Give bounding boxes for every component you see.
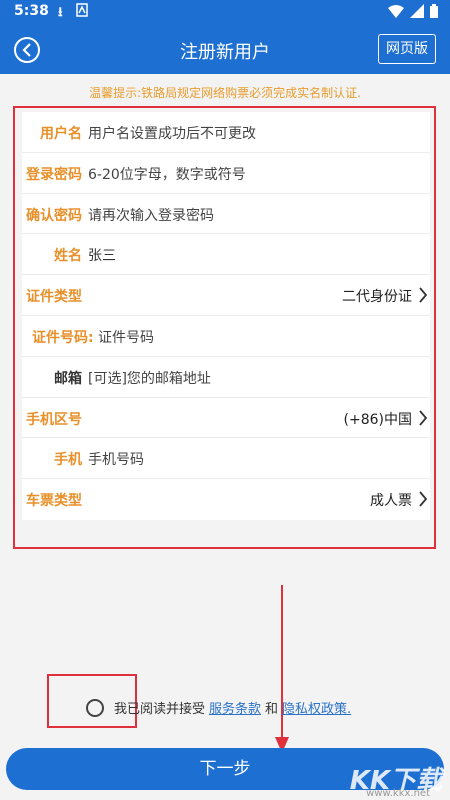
status-bar: 5:38 ⭳ — [0, 0, 450, 24]
annotation-arrow — [275, 585, 289, 753]
agreement-prefix: 我已阅读并接受 — [114, 702, 206, 717]
real-name-tip: 温馨提示:铁路局规定网络购票必须完成实名制认证. — [89, 86, 361, 100]
web-version-button[interactable]: 网页版 — [378, 34, 436, 64]
agreement-row: 我已阅读并接受 服务条款 和 隐私权政策. — [86, 698, 351, 717]
wifi-icon — [388, 4, 404, 22]
form-highlight-frame — [13, 106, 436, 549]
notification-app-icon — [76, 3, 88, 21]
privacy-link[interactable]: 隐私权政策. — [282, 698, 351, 717]
status-time: 5:38 — [14, 3, 49, 19]
agree-radio[interactable] — [86, 698, 104, 717]
watermark-url: www.kkx.net — [366, 788, 430, 799]
status-icons — [388, 4, 438, 22]
battery-icon — [430, 4, 438, 22]
download-icon: ⭳ — [58, 5, 63, 20]
signal-icon — [410, 4, 424, 22]
agreement-and: 和 — [265, 702, 279, 717]
app-bar: 注册新用户 网页版 — [0, 24, 450, 74]
terms-link[interactable]: 服务条款 — [209, 698, 261, 717]
